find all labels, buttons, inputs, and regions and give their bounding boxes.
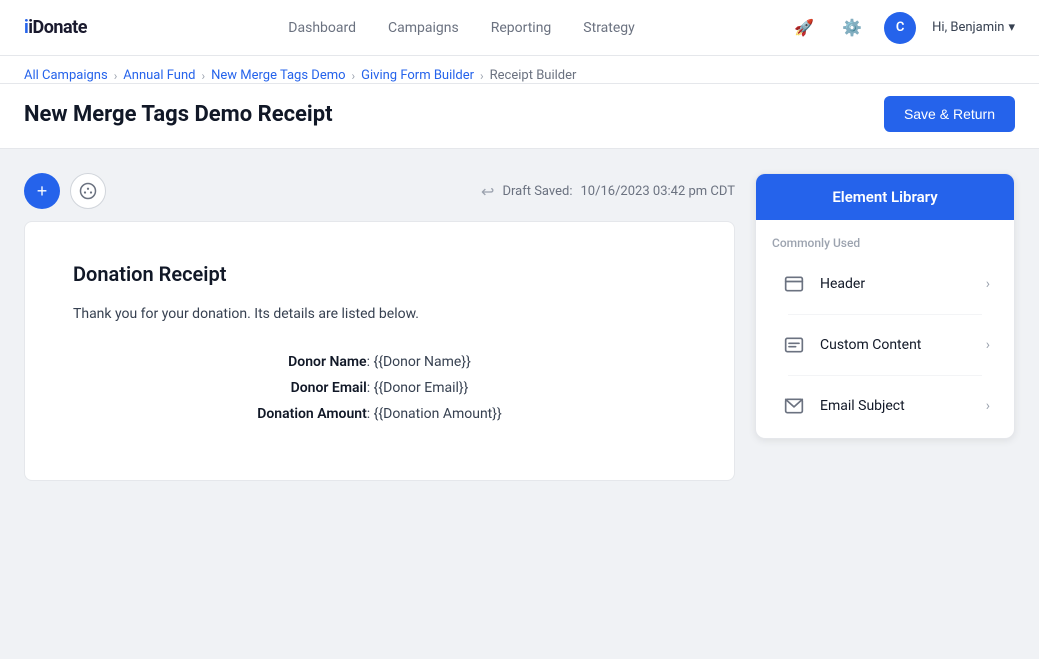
nav-strategy[interactable]: Strategy [583,16,634,40]
header-icon [780,270,808,298]
draft-label: Draft Saved: [502,184,572,199]
add-element-button[interactable]: + [24,173,60,209]
header-chevron-icon: › [986,276,990,292]
nav-campaigns[interactable]: Campaigns [388,16,459,40]
breadcrumb-giving-form-builder[interactable]: Giving Form Builder [361,68,474,83]
save-return-button[interactable]: Save & Return [884,96,1015,132]
receipt-card: Donation Receipt Thank you for your dona… [24,221,735,481]
breadcrumb-sep-2: › [201,69,205,83]
divider-2 [788,375,982,376]
gear-icon[interactable]: ⚙️ [836,12,868,44]
draft-timestamp: 10/16/2023 03:42 pm CDT [580,184,735,199]
breadcrumb-all-campaigns[interactable]: All Campaigns [24,68,108,83]
receipt-body: Thank you for your donation. Its details… [73,306,686,322]
element-item-email-subject-label: Email Subject [820,398,974,414]
custom-content-icon [780,331,808,359]
element-library-header: Element Library [756,174,1014,220]
undo-icon: ↩ [481,182,494,201]
editor-toolbar: + ↩ Draft Saved: 10/16/2023 03:42 pm CDT [24,173,735,209]
element-library-panel: Element Library Commonly Used Header › [755,173,1015,439]
brand-logo: iiDonate [24,17,87,38]
palette-button[interactable] [70,173,106,209]
navbar: iiDonate Dashboard Campaigns Reporting S… [0,0,1039,56]
element-item-custom-content-label: Custom Content [820,337,974,353]
element-library-section: Commonly Used Header › [756,220,1014,438]
draft-status: ↩ Draft Saved: 10/16/2023 03:42 pm CDT [481,182,735,201]
receipt-field-donor-name: Donor Name: {{Donor Name}} [73,354,686,370]
element-item-custom-content[interactable]: Custom Content › [772,321,998,369]
email-subject-icon [780,392,808,420]
divider-1 [788,314,982,315]
receipt-fields: Donor Name: {{Donor Name}} Donor Email: … [73,354,686,422]
breadcrumb: All Campaigns › Annual Fund › New Merge … [0,56,1039,84]
breadcrumb-new-merge-tags-demo[interactable]: New Merge Tags Demo [211,68,345,83]
email-subject-chevron-icon: › [986,398,990,414]
element-item-email-subject[interactable]: Email Subject › [772,382,998,430]
breadcrumb-sep-3: › [352,69,356,83]
avatar: C [884,12,916,44]
page-header: New Merge Tags Demo Receipt Save & Retur… [0,84,1039,149]
custom-content-chevron-icon: › [986,337,990,353]
element-item-header[interactable]: Header › [772,260,998,308]
user-menu[interactable]: Hi, Benjamin ▾ [932,20,1015,35]
nav-dashboard[interactable]: Dashboard [288,16,356,40]
rocket-icon[interactable]: 🚀 [788,12,820,44]
receipt-field-donor-email: Donor Email: {{Donor Email}} [73,380,686,396]
element-library-section-label: Commonly Used [772,236,998,250]
element-library-items: Header › Custom Content › [772,260,998,430]
editor-area: + ↩ Draft Saved: 10/16/2023 03:42 pm CDT… [24,173,735,481]
nav-links: Dashboard Campaigns Reporting Strategy [135,16,788,40]
breadcrumb-sep-4: › [480,69,484,83]
nav-reporting[interactable]: Reporting [491,16,552,40]
page-title: New Merge Tags Demo Receipt [24,102,333,127]
element-item-header-label: Header [820,276,974,292]
main-area: + ↩ Draft Saved: 10/16/2023 03:42 pm CDT… [0,149,1039,505]
breadcrumb-sep-1: › [114,69,118,83]
nav-right: 🚀 ⚙️ C Hi, Benjamin ▾ [788,12,1015,44]
breadcrumb-annual-fund[interactable]: Annual Fund [123,68,195,83]
breadcrumb-receipt-builder: Receipt Builder [490,68,577,83]
receipt-title: Donation Receipt [73,262,686,286]
receipt-field-donation-amount: Donation Amount: {{Donation Amount}} [73,406,686,422]
